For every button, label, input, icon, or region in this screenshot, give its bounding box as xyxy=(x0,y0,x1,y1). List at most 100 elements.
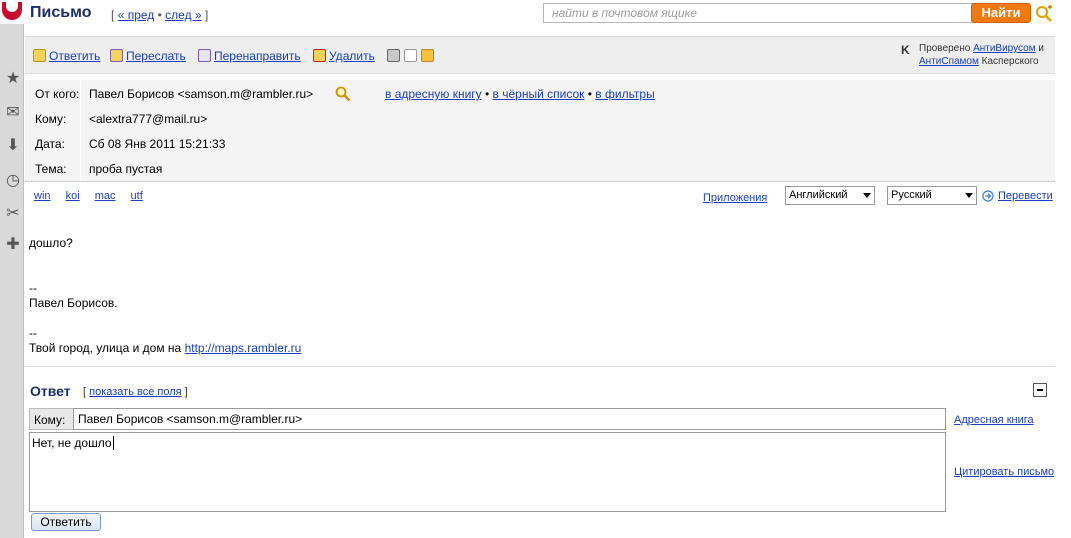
target-language-select[interactable]: Русский xyxy=(887,186,977,205)
next-message-link[interactable]: след » xyxy=(165,8,201,22)
show-all-fields-link[interactable]: показать все поля xyxy=(89,386,181,398)
subject-value: проба пустая xyxy=(89,162,163,176)
left-sidebar: ★ ✉ ⬇ ◷ ✂ ✚ xyxy=(0,0,24,538)
date-label: Дата: xyxy=(35,137,65,151)
chevron-down-icon xyxy=(863,193,871,198)
forward-link[interactable]: Переслать xyxy=(126,49,186,63)
maps-link[interactable]: http://maps.rambler.ru xyxy=(185,341,302,355)
add-to-addressbook-link[interactable]: в адресную книгу xyxy=(385,87,482,101)
print-icon[interactable] xyxy=(387,49,400,62)
sender-actions-separator: • xyxy=(587,87,592,101)
kaspersky-suffix: Касперского xyxy=(981,56,1039,67)
page-title: Письмо xyxy=(30,4,92,21)
signature-separator: -- xyxy=(29,326,37,340)
encoding-utf-link[interactable]: utf xyxy=(131,190,143,202)
subject-row: Тема: проба пустая xyxy=(25,156,1055,181)
plus-icon[interactable]: ✚ xyxy=(4,236,22,254)
add-to-filters-link[interactable]: в фильтры xyxy=(595,87,654,101)
prev-message-link[interactable]: « пред xyxy=(118,8,155,22)
reply-link[interactable]: Ответить xyxy=(49,49,100,63)
sender-actions: в адресную книгу • в чёрный список • в ф… xyxy=(385,87,655,101)
kaspersky-antispam-link[interactable]: АнтиСпамом xyxy=(919,56,979,67)
chevron-down-icon xyxy=(965,193,973,198)
from-value: Павел Борисов <samson.m@rambler.ru> xyxy=(89,87,314,101)
redirect-link[interactable]: Перенаправить xyxy=(214,49,301,63)
sender-actions-separator: • xyxy=(485,87,490,101)
rambler-logo xyxy=(0,0,24,24)
target-language-value: Русский xyxy=(891,189,932,201)
mailbox-search-input[interactable]: найти в почтовом ящике xyxy=(543,3,988,23)
nav-separator: • xyxy=(157,8,162,22)
forward-icon xyxy=(110,49,123,62)
encoding-links: win koi mac utf xyxy=(34,190,155,202)
attachments-link[interactable]: Приложения xyxy=(703,192,767,204)
mail-icon[interactable]: ✉ xyxy=(4,104,22,122)
signature-ad-text: Твой город, улица и дом на xyxy=(29,341,185,355)
kaspersky-and: и xyxy=(1038,43,1044,54)
show-all-fields: [ показать все поля ] xyxy=(83,386,188,398)
download-icon[interactable]: ⬇ xyxy=(4,137,22,155)
kaspersky-antivirus-link[interactable]: АнтиВирусом xyxy=(973,43,1036,54)
from-row: От кого: Павел Борисов <samson.m@rambler… xyxy=(25,81,1055,106)
delete-icon xyxy=(313,49,326,62)
reply-to-input[interactable]: Павел Борисов <samson.m@rambler.ru> xyxy=(73,408,946,430)
kaspersky-prefix: Проверено xyxy=(919,43,971,54)
collapse-reply-button[interactable] xyxy=(1033,383,1047,397)
star-icon[interactable]: ★ xyxy=(4,70,22,88)
message-nav: [ « пред • след » ] xyxy=(111,8,208,22)
clock-icon[interactable]: ◷ xyxy=(4,172,22,190)
show-all-close-bracket: ] xyxy=(184,386,188,398)
source-language-value: Английский xyxy=(789,189,848,201)
translate-icon[interactable] xyxy=(982,190,994,202)
advanced-search-icon[interactable] xyxy=(1035,4,1053,22)
redirect-icon xyxy=(198,49,211,62)
reply-text: Нет, не дошло xyxy=(32,436,112,450)
nav-open-bracket: [ xyxy=(111,8,115,22)
delete-link[interactable]: Удалить xyxy=(329,49,375,63)
to-row: Кому: <alextra777@mail.ru> xyxy=(25,106,1055,131)
rfc-icon[interactable] xyxy=(404,49,417,62)
date-row: Дата: Сб 08 Янв 2011 15:21:33 xyxy=(25,131,1055,156)
message-body: дошло? -- Павел Борисов. -- Твой город, … xyxy=(29,236,301,356)
add-to-blacklist-link[interactable]: в чёрный список xyxy=(493,87,585,101)
encoding-mac-link[interactable]: mac xyxy=(95,190,116,202)
forward-action[interactable]: Переслать xyxy=(110,49,186,63)
reply-to-label: Кому: xyxy=(29,408,73,430)
reply-title: Ответ xyxy=(30,383,71,399)
to-value: <alextra777@mail.ru> xyxy=(89,112,208,126)
signature-ad: Твой город, улица и дом на http://maps.r… xyxy=(29,341,301,356)
reply-action[interactable]: Ответить xyxy=(33,49,100,63)
divider xyxy=(25,366,1055,367)
find-button[interactable]: Найти xyxy=(971,3,1031,23)
date-value: Сб 08 Янв 2011 15:21:33 xyxy=(89,137,226,151)
body-line: дошло? xyxy=(29,236,73,250)
tools-icon[interactable]: ✂ xyxy=(4,205,22,223)
main-panel: Письмо [ « пред • след » ] найти в почто… xyxy=(25,0,1071,538)
redirect-action[interactable]: Перенаправить xyxy=(198,49,301,63)
send-reply-button[interactable]: Ответить xyxy=(31,513,101,531)
reply-form: Кому: Павел Борисов <samson.m@rambler.ru… xyxy=(29,408,1059,531)
kaspersky-icon: K xyxy=(901,43,910,57)
encoding-koi-link[interactable]: koi xyxy=(66,190,80,202)
encoding-win-link[interactable]: win xyxy=(34,190,51,202)
show-all-open-bracket: [ xyxy=(83,386,87,398)
save-icon[interactable] xyxy=(421,49,434,62)
signature-separator: -- xyxy=(29,281,37,295)
reply-icon xyxy=(33,49,46,62)
nav-close-bracket: ] xyxy=(204,8,209,22)
to-label: Кому: xyxy=(35,112,67,126)
reply-text-area[interactable]: Нет, не дошло xyxy=(29,432,946,512)
text-cursor xyxy=(112,436,114,450)
message-headers: От кого: Павел Борисов <samson.m@rambler… xyxy=(25,80,1055,182)
translate-link[interactable]: Перевести xyxy=(998,190,1053,202)
signature-name: Павел Борисов. xyxy=(29,296,118,310)
cite-message-link[interactable]: Цитировать письмо xyxy=(954,466,1054,478)
top-bar: Письмо [ « пред • след » ] найти в почто… xyxy=(25,0,1071,34)
message-toolbar: Ответить Переслать Перенаправить Удалить… xyxy=(25,36,1055,74)
delete-action[interactable]: Удалить xyxy=(313,49,375,63)
from-label: От кого: xyxy=(35,87,80,101)
address-book-link[interactable]: Адресная книга xyxy=(954,414,1034,426)
search-sender-icon[interactable] xyxy=(335,86,351,102)
subject-label: Тема: xyxy=(35,162,67,176)
source-language-select[interactable]: Английский xyxy=(785,186,875,205)
